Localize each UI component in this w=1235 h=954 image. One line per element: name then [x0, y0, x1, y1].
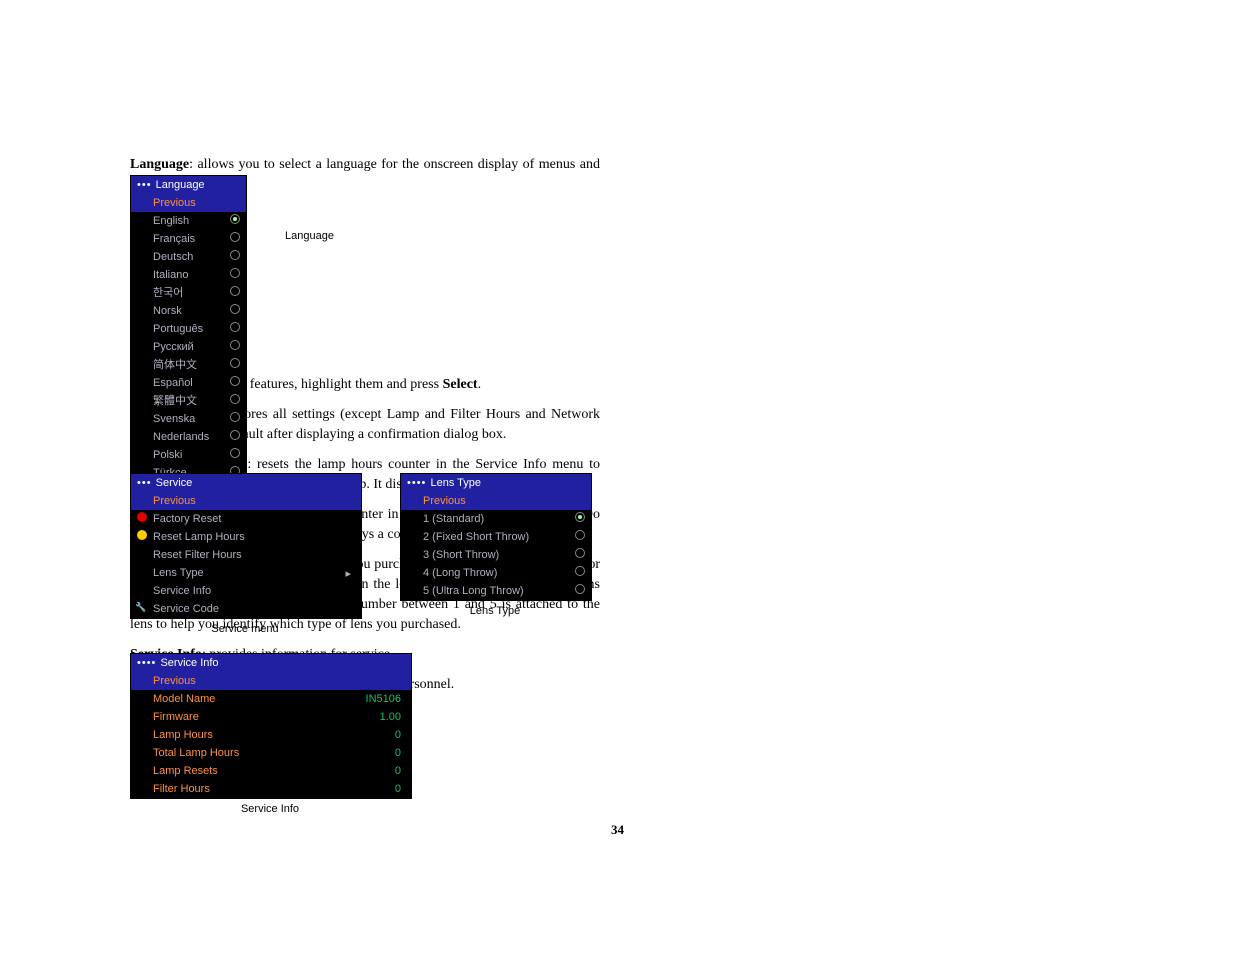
radio-icon	[230, 340, 240, 350]
language-item[interactable]: 한국어	[131, 284, 246, 302]
radio-icon	[575, 512, 585, 522]
language-item[interactable]: Italiano	[131, 266, 246, 284]
lens-item[interactable]: 5 (Ultra Long Throw)	[401, 582, 591, 600]
service-item-reset-lamp[interactable]: Reset Lamp Hours	[131, 528, 361, 546]
language-item[interactable]: Português	[131, 320, 246, 338]
language-caption: Language	[285, 230, 334, 242]
service-menu: Service Previous Factory Reset Reset Lam…	[130, 473, 362, 619]
service-info-row: Filter Hours0	[131, 780, 411, 798]
language-item[interactable]: English	[131, 212, 246, 230]
language-item[interactable]: Svenska	[131, 410, 246, 428]
language-item[interactable]: Español	[131, 374, 246, 392]
radio-icon	[230, 286, 240, 296]
service-item-lens-type[interactable]: Lens Type▸	[131, 564, 361, 582]
service-info-row: Lamp Resets0	[131, 762, 411, 780]
language-item[interactable]: Deutsch	[131, 248, 246, 266]
radio-icon	[230, 232, 240, 242]
language-menu-title: Language	[131, 176, 246, 194]
language-item[interactable]: Polski	[131, 446, 246, 464]
radio-icon	[230, 304, 240, 314]
reset-icon	[137, 512, 147, 522]
lens-item[interactable]: 1 (Standard)	[401, 510, 591, 528]
service-info-row: Firmware1.00	[131, 708, 411, 726]
service-info-value: 1.00	[380, 710, 401, 724]
chevron-right-icon: ▸	[345, 567, 351, 581]
service-info-menu-previous[interactable]: Previous	[131, 672, 411, 690]
language-menu: Language Previous EnglishFrançaisDeutsch…	[130, 175, 247, 519]
language-item[interactable]: Norsk	[131, 302, 246, 320]
lens-item[interactable]: 4 (Long Throw)	[401, 564, 591, 582]
service-item-service-code[interactable]: Service Code	[131, 600, 361, 618]
radio-icon	[230, 412, 240, 422]
language-item[interactable]: 繁體中文	[131, 392, 246, 410]
service-menu-title: Service	[131, 474, 361, 492]
radio-icon	[575, 530, 585, 540]
service-menu-caption: Service menu	[130, 623, 360, 635]
service-info-value: 0	[395, 728, 401, 742]
service-item-service-info[interactable]: Service Info	[131, 582, 361, 600]
radio-icon	[230, 448, 240, 458]
radio-icon	[575, 566, 585, 576]
language-item[interactable]: Nederlands	[131, 428, 246, 446]
service-info-row: Model NameIN5106	[131, 690, 411, 708]
service-info-value: IN5106	[366, 692, 401, 706]
radio-icon	[230, 394, 240, 404]
radio-icon	[575, 548, 585, 558]
radio-icon	[575, 584, 585, 594]
wrench-icon	[137, 602, 147, 612]
service-info-row: Lamp Hours0	[131, 726, 411, 744]
lens-type-caption: Lens Type	[400, 605, 590, 617]
service-info-row: Total Lamp Hours0	[131, 744, 411, 762]
service-item-factory-reset[interactable]: Factory Reset	[131, 510, 361, 528]
lens-type-menu-previous[interactable]: Previous	[401, 492, 591, 510]
language-item[interactable]: Français	[131, 230, 246, 248]
service-item-reset-filter[interactable]: Reset Filter Hours	[131, 546, 361, 564]
radio-icon	[230, 250, 240, 260]
radio-icon	[230, 268, 240, 278]
lens-type-menu: Lens Type Previous 1 (Standard)2 (Fixed …	[400, 473, 592, 601]
bulb-icon	[137, 530, 147, 540]
radio-icon	[230, 358, 240, 368]
lens-item[interactable]: 2 (Fixed Short Throw)	[401, 528, 591, 546]
service-info-menu: Service Info Previous Model NameIN5106Fi…	[130, 653, 412, 799]
service-info-value: 0	[395, 764, 401, 778]
radio-icon	[230, 322, 240, 332]
service-info-value: 0	[395, 782, 401, 796]
lens-item[interactable]: 3 (Short Throw)	[401, 546, 591, 564]
radio-icon	[230, 214, 240, 224]
language-item[interactable]: Русский	[131, 338, 246, 356]
radio-icon	[230, 430, 240, 440]
service-menu-previous[interactable]: Previous	[131, 492, 361, 510]
language-menu-previous[interactable]: Previous	[131, 194, 246, 212]
page-number: 34	[130, 812, 1105, 838]
service-info-menu-title: Service Info	[131, 654, 411, 672]
radio-icon	[230, 376, 240, 386]
language-item[interactable]: 简体中文	[131, 356, 246, 374]
lens-type-menu-title: Lens Type	[401, 474, 591, 492]
service-info-value: 0	[395, 746, 401, 760]
